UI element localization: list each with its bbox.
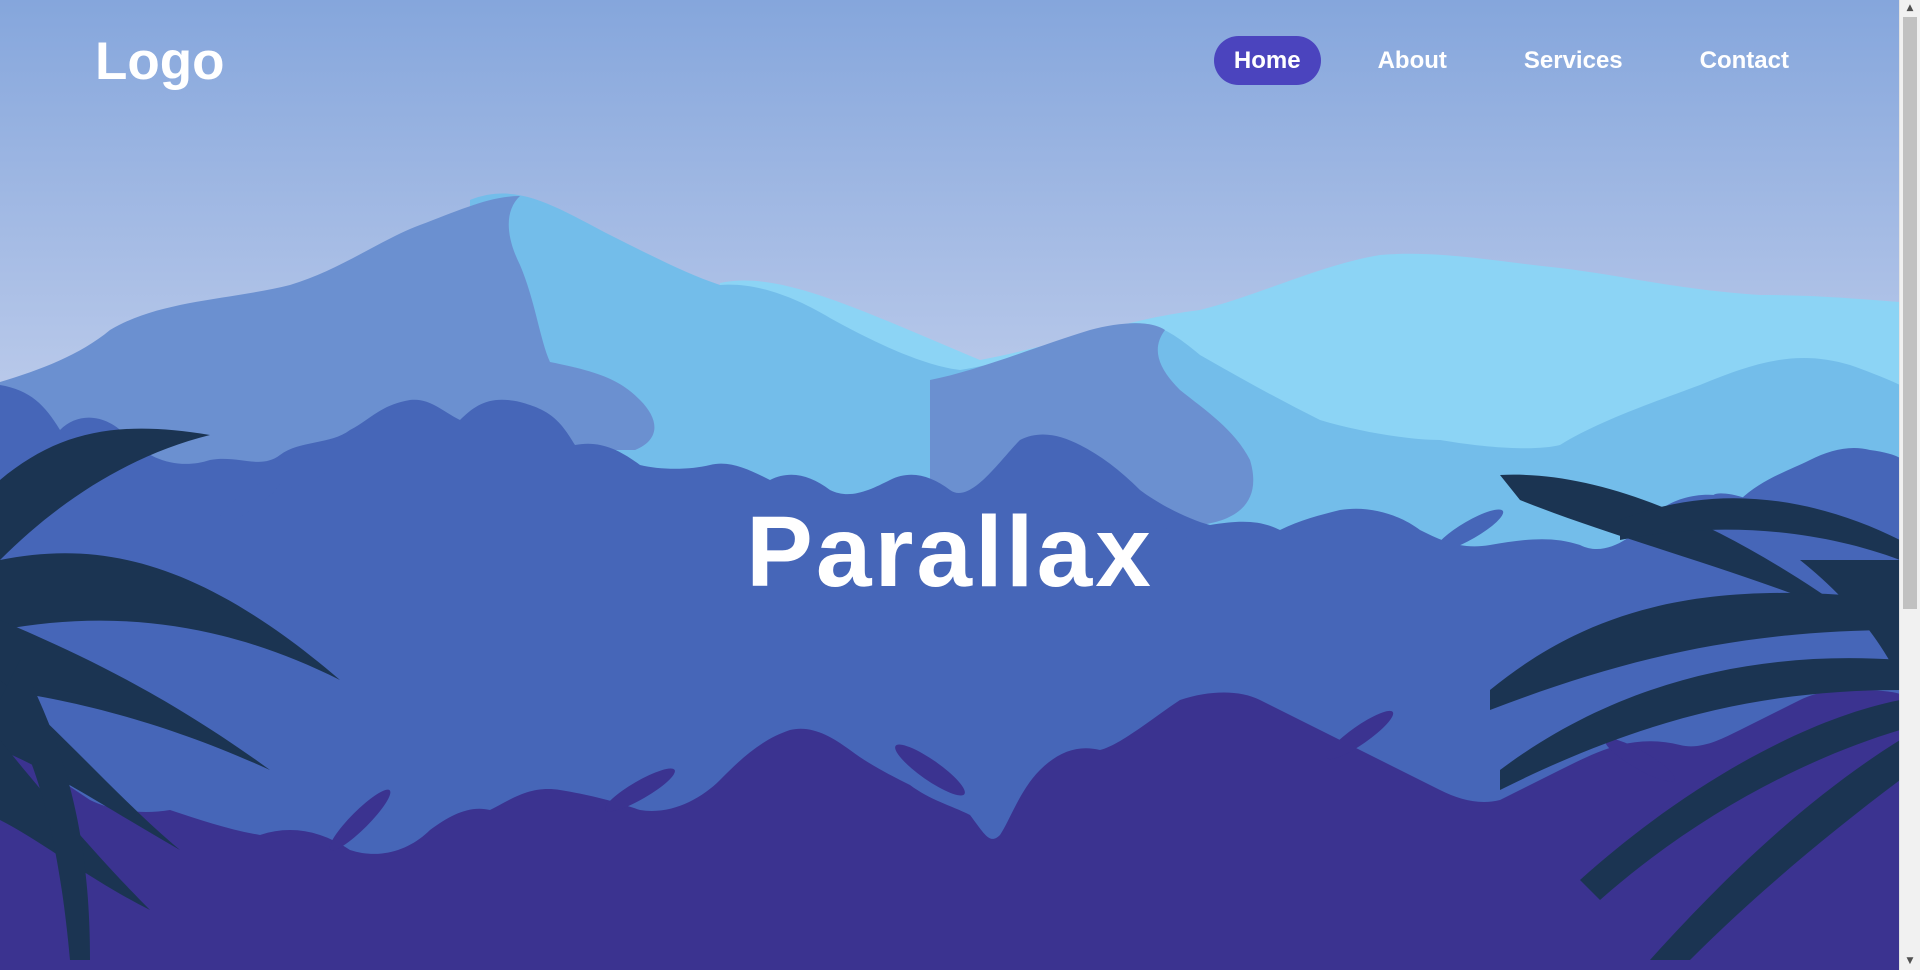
logo[interactable]: Logo [95, 30, 225, 94]
site-header: Logo Home About Services Contact [0, 0, 1900, 124]
hero-title: Parallax [746, 496, 1154, 608]
scrollbar-thumb[interactable] [1903, 17, 1917, 609]
main-nav: Home About Services Contact [1213, 36, 1809, 85]
vertical-scrollbar[interactable]: ▲ ▼ [1899, 0, 1920, 970]
nav-services[interactable]: Services [1504, 36, 1643, 85]
triangle-up-icon[interactable]: ▲ [1900, 0, 1920, 17]
parallax-scene [0, 0, 1900, 970]
nav-about[interactable]: About [1358, 36, 1467, 85]
page: Logo Home About Services Contact Paralla… [0, 0, 1920, 970]
nav-contact[interactable]: Contact [1680, 36, 1809, 85]
nav-home[interactable]: Home [1213, 36, 1321, 85]
triangle-down-icon[interactable]: ▼ [1900, 953, 1920, 970]
